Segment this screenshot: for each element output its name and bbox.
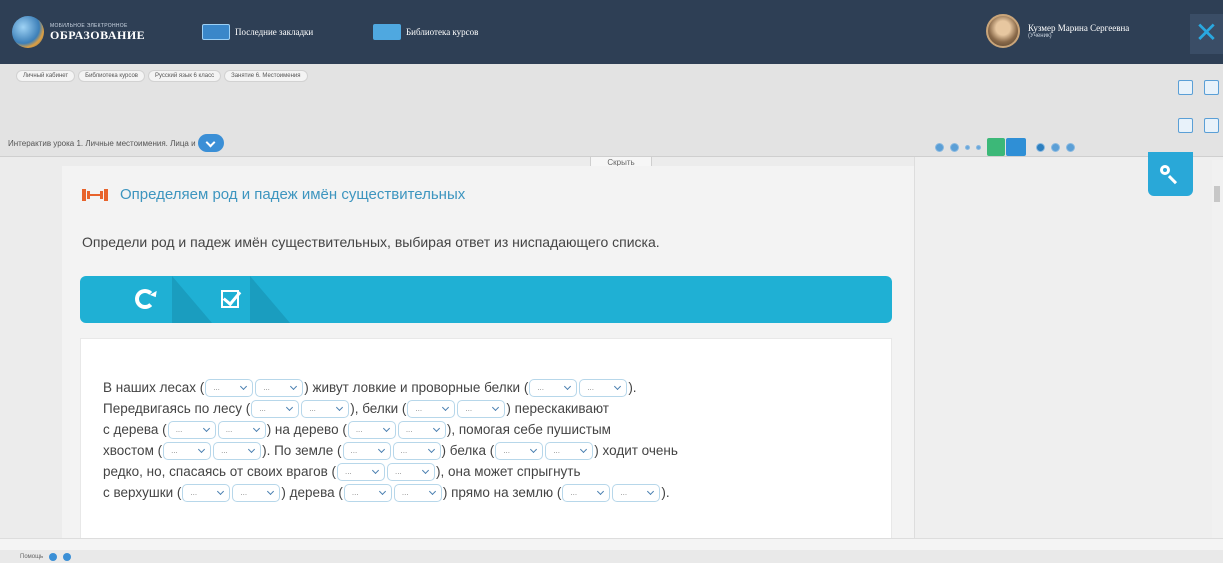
logo-title: ОБРАЗОВАНИЕ: [50, 27, 146, 42]
text-fragment: ). По земле (: [262, 443, 342, 458]
dropdown[interactable]: ...: [232, 484, 281, 503]
dropdown[interactable]: ...: [529, 379, 578, 398]
dropdown[interactable]: ...: [457, 400, 506, 419]
text-fragment: ) перескакивают: [506, 401, 609, 416]
user-name: Кузмер Марина Сергеевна: [1028, 23, 1130, 33]
text-fragment: ) ходит очень: [594, 443, 678, 458]
dropdown[interactable]: ...: [562, 484, 611, 503]
page-controls: [935, 138, 1081, 156]
text-fragment: Передвигаясь по лесу (: [103, 401, 251, 416]
breadcrumb-item[interactable]: Занятие 6. Местоимения: [224, 70, 308, 82]
sound-icon[interactable]: [976, 144, 981, 150]
key-icon: [1160, 165, 1170, 175]
exercise-panel: Определяем род и падеж имён существитель…: [62, 166, 914, 550]
exercise-instruction: Определи род и падеж имён существительны…: [82, 234, 660, 250]
bookmarks-icon: [202, 24, 230, 40]
play-icon[interactable]: [965, 144, 970, 150]
dropdown[interactable]: ...: [251, 400, 300, 419]
dropdown[interactable]: ...: [579, 379, 628, 398]
dropdown[interactable]: ...: [337, 463, 386, 482]
right-panel: [914, 157, 1223, 550]
avatar: [986, 14, 1020, 48]
text-fragment: В наших лесах (: [103, 380, 205, 395]
top-bar: МОБИЛЬНОЕ ЭЛЕКТРОННОЕ ОБРАЗОВАНИЕ Послед…: [0, 0, 1223, 64]
exercise-title: Определяем род и падеж имён существитель…: [82, 186, 465, 203]
dropdown[interactable]: ...: [255, 379, 304, 398]
nav-dot-icon[interactable]: [1051, 142, 1060, 152]
help-icon[interactable]: [63, 552, 72, 561]
breadcrumb: Личный кабинет Библиотека курсов Русский…: [16, 70, 311, 82]
dropdown[interactable]: ...: [213, 442, 262, 461]
text-fragment: ), белки (: [350, 401, 407, 416]
refresh-icon[interactable]: [135, 289, 155, 309]
image-icon[interactable]: [1204, 80, 1219, 95]
dropdown[interactable]: ...: [393, 484, 442, 503]
breadcrumb-item[interactable]: Личный кабинет: [16, 70, 76, 82]
scrollbar-thumb[interactable]: [1214, 186, 1220, 202]
breadcrumb-item[interactable]: Русский язык 6 класс: [148, 70, 222, 82]
dropdown[interactable]: ...: [392, 442, 441, 461]
prev-page-icon[interactable]: [935, 142, 944, 152]
text-fragment: с верхушки (: [103, 485, 182, 500]
text-fragment: ).: [661, 485, 670, 500]
text-fragment: ) белка (: [441, 443, 495, 458]
globe-icon: [12, 16, 44, 48]
text-fragment: ), она может спрыгнуть: [436, 464, 581, 479]
nav-recent-bookmarks[interactable]: Последние закладки: [202, 24, 313, 40]
grid-icon[interactable]: [1178, 118, 1193, 133]
text-fragment: редко, но, спасаясь от своих врагов (: [103, 464, 337, 479]
dropdown[interactable]: ...: [182, 484, 231, 503]
dropdown[interactable]: ...: [495, 442, 544, 461]
dropdown[interactable]: ...: [347, 421, 396, 440]
lesson-select[interactable]: Интерактив урока 1. Личные местоимения. …: [8, 134, 224, 152]
library-icon: [373, 24, 401, 40]
mode-toggle[interactable]: [987, 138, 1026, 156]
dropdown[interactable]: ...: [612, 484, 661, 503]
dropdown[interactable]: ...: [342, 442, 391, 461]
vertical-scrollbar[interactable]: [1212, 160, 1223, 538]
user-role: (Ученик): [1028, 33, 1052, 39]
text-fragment: ).: [628, 380, 637, 395]
dropdown[interactable]: ...: [217, 421, 266, 440]
dropdown[interactable]: ...: [205, 379, 254, 398]
dropdown[interactable]: ...: [343, 484, 392, 503]
horizontal-scrollbar[interactable]: [0, 538, 1223, 550]
notes-icon[interactable]: [1178, 80, 1193, 95]
dropdown[interactable]: ...: [397, 421, 446, 440]
user-profile[interactable]: Кузмер Марина Сергеевна (Ученик): [986, 14, 1129, 48]
chevron-down-icon[interactable]: [197, 134, 224, 152]
text-fragment: ) на дерево (: [266, 422, 347, 437]
breadcrumb-item[interactable]: Библиотека курсов: [78, 70, 145, 82]
nav-dot-icon[interactable]: [1066, 142, 1075, 152]
status-bar: Помощь: [0, 550, 1223, 563]
chat-icon[interactable]: [1204, 118, 1219, 133]
dropdown[interactable]: ...: [301, 400, 350, 419]
dropdown[interactable]: ...: [407, 400, 456, 419]
text-fragment: ) дерева (: [281, 485, 343, 500]
exercise-text: В наших лесах (......) живут ловкие и пр…: [103, 377, 883, 503]
close-icon[interactable]: ✕: [1190, 14, 1223, 54]
check-icon[interactable]: [221, 290, 239, 308]
text-fragment: с дерева (: [103, 422, 167, 437]
dropdown[interactable]: ...: [545, 442, 594, 461]
help-link[interactable]: Помощь: [20, 554, 43, 560]
text-fragment: ) прямо на землю (: [442, 485, 562, 500]
page-dot-icon[interactable]: [950, 142, 959, 152]
key-button[interactable]: [1148, 152, 1193, 196]
dropdown[interactable]: ...: [167, 421, 216, 440]
dropdown[interactable]: ...: [163, 442, 212, 461]
lesson-select-value: Интерактив урока 1. Личные местоимения. …: [8, 138, 196, 148]
text-fragment: ), помогая себе пушистым: [446, 422, 611, 437]
nav-course-library[interactable]: Библиотека курсов: [373, 24, 478, 40]
logo[interactable]: МОБИЛЬНОЕ ЭЛЕКТРОННОЕ ОБРАЗОВАНИЕ: [12, 16, 145, 48]
text-fragment: хвостом (: [103, 443, 163, 458]
info-icon[interactable]: [49, 552, 58, 561]
dumbbell-icon: [82, 188, 108, 201]
nav-dot-icon[interactable]: [1036, 142, 1045, 152]
dropdown[interactable]: ...: [387, 463, 436, 482]
exercise-toolbar: [80, 276, 892, 323]
text-fragment: ) живут ловкие и проворные белки (: [304, 380, 529, 395]
exercise-text-box: В наших лесах (......) живут ловкие и пр…: [80, 338, 892, 550]
